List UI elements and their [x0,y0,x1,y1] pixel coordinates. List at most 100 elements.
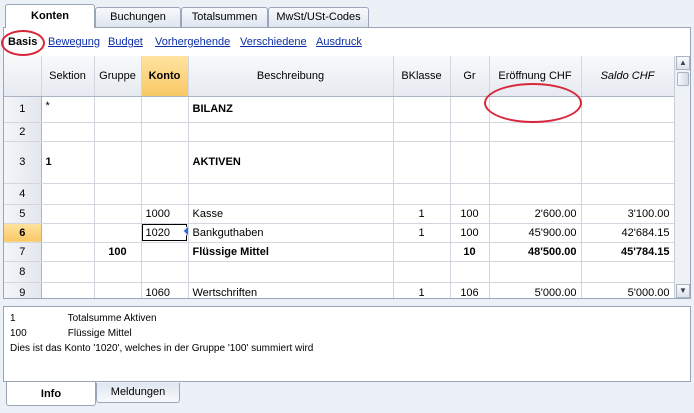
cell-bklasse[interactable] [393,261,451,283]
cell-gruppe[interactable] [94,282,142,298]
row-number[interactable]: 7 [4,242,42,262]
cell-konto-selected[interactable]: 1020 [141,223,189,243]
cell-beschreibung[interactable]: Wertschriften [188,282,394,298]
row-number[interactable]: 3 [4,141,42,184]
cell-sektion[interactable] [41,282,95,298]
cell-konto[interactable] [141,242,189,262]
tab-buchungen[interactable]: Buchungen [95,7,181,27]
cell-beschreibung[interactable] [188,261,394,283]
cell-eroeffnung[interactable] [489,183,582,205]
cell-sektion[interactable]: 1 [41,141,95,184]
cell-gruppe[interactable] [94,141,142,184]
column-header-bklasse[interactable]: BKlasse [393,56,451,97]
cell-gr[interactable] [450,141,490,184]
column-header-eroeffnung[interactable]: Eröffnung CHF [489,56,582,97]
cell-saldo[interactable] [581,261,674,283]
column-header-beschreibung[interactable]: Beschreibung [188,56,394,97]
view-ausdruck[interactable]: Ausdruck [316,36,362,48]
cell-konto[interactable] [141,122,189,142]
cell-bklasse[interactable]: 1 [393,282,451,298]
cell-gruppe[interactable] [94,122,142,142]
tab-mwst-codes[interactable]: MwSt/USt-Codes [268,7,369,27]
cell-gr[interactable]: 100 [450,223,490,243]
cell-saldo[interactable] [581,122,674,142]
cell-eroeffnung[interactable]: 5'000.00 [489,282,582,298]
cell-saldo[interactable] [581,96,674,123]
row-number[interactable]: 1 [4,96,42,123]
cell-sektion[interactable] [41,223,95,243]
cell-saldo[interactable] [581,183,674,205]
column-header-gruppe[interactable]: Gruppe [94,56,142,97]
cell-beschreibung[interactable] [188,122,394,142]
scroll-up-icon[interactable]: ▲ [676,56,690,70]
table-row[interactable]: 1 * BILANZ [4,96,674,123]
cell-bklasse[interactable] [393,96,451,123]
cell-beschreibung[interactable] [188,183,394,205]
cell-beschreibung[interactable]: AKTIVEN [188,141,394,184]
cell-beschreibung[interactable]: Flüssige Mittel [188,242,394,262]
cell-eroeffnung[interactable]: 45'900.00 [489,223,582,243]
cell-sektion[interactable] [41,261,95,283]
column-header-sektion[interactable]: Sektion [41,56,95,97]
tab-konten[interactable]: Konten [5,4,95,28]
cell-sektion[interactable] [41,242,95,262]
table-row[interactable]: 5 1000 Kasse 1 100 2'600.00 3'100.00 [4,204,674,224]
cell-saldo[interactable]: 42'684.15 [581,223,674,243]
cell-konto[interactable]: 1000 [141,204,189,224]
vertical-scrollbar[interactable]: ▲ ▼ [674,56,690,298]
view-basis[interactable]: Basis [8,36,37,48]
row-number[interactable]: 6 [4,223,42,243]
column-header-saldo[interactable]: Saldo CHF [581,56,674,97]
tab-meldungen[interactable]: Meldungen [96,383,180,403]
row-number[interactable]: 4 [4,183,42,205]
table-row-selected[interactable]: 6 1020 Bankguthaben 1 100 45'900.00 42'6… [4,223,674,243]
cell-beschreibung[interactable]: BILANZ [188,96,394,123]
view-budget[interactable]: Budget [108,36,143,48]
cell-gr[interactable] [450,261,490,283]
cell-bklasse[interactable]: 1 [393,223,451,243]
view-verschiedene[interactable]: Verschiedene [240,36,307,48]
cell-konto[interactable] [141,141,189,184]
tab-info[interactable]: Info [6,382,96,406]
cell-konto[interactable]: 1060 [141,282,189,298]
cell-sektion[interactable] [41,122,95,142]
table-row[interactable]: 9 1060 Wertschriften 1 106 5'000.00 5'00… [4,282,674,298]
column-header-konto[interactable]: Konto [141,56,189,97]
table-row[interactable]: 3 1 AKTIVEN [4,141,674,184]
cell-sektion[interactable] [41,183,95,205]
cell-gr[interactable] [450,96,490,123]
row-number[interactable]: 5 [4,204,42,224]
tab-totalsummen[interactable]: Totalsummen [181,7,268,27]
cell-saldo[interactable]: 5'000.00 [581,282,674,298]
cell-gr[interactable] [450,183,490,205]
table-row[interactable]: 2 [4,122,674,142]
cell-eroeffnung[interactable] [489,96,582,123]
table-row[interactable]: 7 100 Flüssige Mittel 10 48'500.00 45'78… [4,242,674,262]
cell-bklasse[interactable] [393,242,451,262]
table-row[interactable]: 8 [4,261,674,283]
cell-saldo[interactable]: 45'784.15 [581,242,674,262]
scroll-down-icon[interactable]: ▼ [676,284,690,298]
cell-gr[interactable] [450,122,490,142]
cell-gruppe[interactable]: 100 [94,242,142,262]
cell-gruppe[interactable] [94,183,142,205]
row-number[interactable]: 2 [4,122,42,142]
view-vorhergehende[interactable]: Vorhergehende [155,36,230,48]
cell-bklasse[interactable] [393,122,451,142]
cell-bklasse[interactable]: 1 [393,204,451,224]
cell-gruppe[interactable] [94,261,142,283]
cell-eroeffnung[interactable] [489,261,582,283]
cell-sektion[interactable] [41,204,95,224]
table-row[interactable]: 4 [4,183,674,205]
cell-bklasse[interactable] [393,183,451,205]
cell-saldo[interactable] [581,141,674,184]
cell-eroeffnung[interactable] [489,141,582,184]
cell-gruppe[interactable] [94,204,142,224]
scroll-thumb[interactable] [677,72,689,86]
cell-konto[interactable] [141,183,189,205]
cell-gr[interactable]: 10 [450,242,490,262]
row-number[interactable]: 8 [4,261,42,283]
cell-beschreibung[interactable]: Bankguthaben [188,223,394,243]
cell-eroeffnung[interactable]: 48'500.00 [489,242,582,262]
cell-bklasse[interactable] [393,141,451,184]
